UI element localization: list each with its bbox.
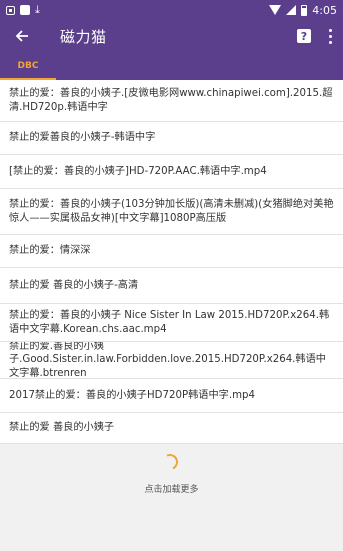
list-item[interactable]: 禁止的爱：善良的小姨子 Nice Sister In Law 2015.HD72… [0, 304, 343, 342]
list-item[interactable]: 禁止的爱：善良的小姨子(103分钟加长版)(高清未删减)(女猪脚绝对美艳惊人——… [0, 189, 343, 235]
tab-indicator [0, 78, 56, 80]
help-button[interactable]: ? [297, 29, 311, 43]
list-item[interactable]: [禁止的爱：善良的小姨子]HD-720P.AAC.韩语中字.mp4 [0, 155, 343, 189]
loading-spinner-icon [159, 451, 181, 473]
wifi-icon [269, 5, 282, 15]
signal-icon [286, 5, 297, 15]
status-bar: ⤓ 4:05 [0, 0, 343, 20]
status-right: 4:05 [269, 4, 337, 17]
list-item[interactable]: 禁止的爱 善良的小姨子 [0, 413, 343, 444]
battery-icon [301, 4, 308, 16]
more-vert-icon [328, 28, 332, 32]
app-notification-icon [20, 5, 30, 15]
message-icon [6, 5, 15, 15]
list-item[interactable]: 禁止的爱：善良的小姨子.[皮微电影网www.chinapiwei.com].20… [0, 80, 343, 122]
list-item[interactable]: 2017禁止的爱：善良的小姨子HD720P韩语中字.mp4 [0, 379, 343, 413]
help-icon: ? [300, 29, 308, 43]
status-left: ⤓ [6, 3, 40, 17]
tab-bar: DBC [0, 52, 343, 80]
more-options-button[interactable] [325, 26, 335, 46]
list-item[interactable]: 禁止的爱 善良的小姨子-高清 [0, 268, 343, 304]
load-more-area: 点击加载更多 [0, 444, 343, 538]
page-title: 磁力猫 [60, 27, 107, 46]
list-item[interactable]: 禁止的爱：情深深 [0, 235, 343, 268]
tab-dbc[interactable]: DBC [0, 52, 56, 80]
list-item[interactable]: 禁止的爱善良的小姨子-韩语中字 [0, 122, 343, 155]
results-list: 禁止的爱：善良的小姨子.[皮微电影网www.chinapiwei.com].20… [0, 80, 343, 444]
back-button[interactable] [10, 24, 34, 48]
load-more-button[interactable]: 点击加载更多 [0, 482, 343, 495]
app-bar: 磁力猫 ? [0, 20, 343, 52]
status-time: 4:05 [312, 3, 337, 17]
download-icon: ⤓ [35, 3, 40, 16]
list-item[interactable]: 禁止的爱.善良的小姨子.Good.Sister.in.law.Forbidden… [0, 342, 343, 379]
arrow-left-icon [15, 30, 28, 42]
